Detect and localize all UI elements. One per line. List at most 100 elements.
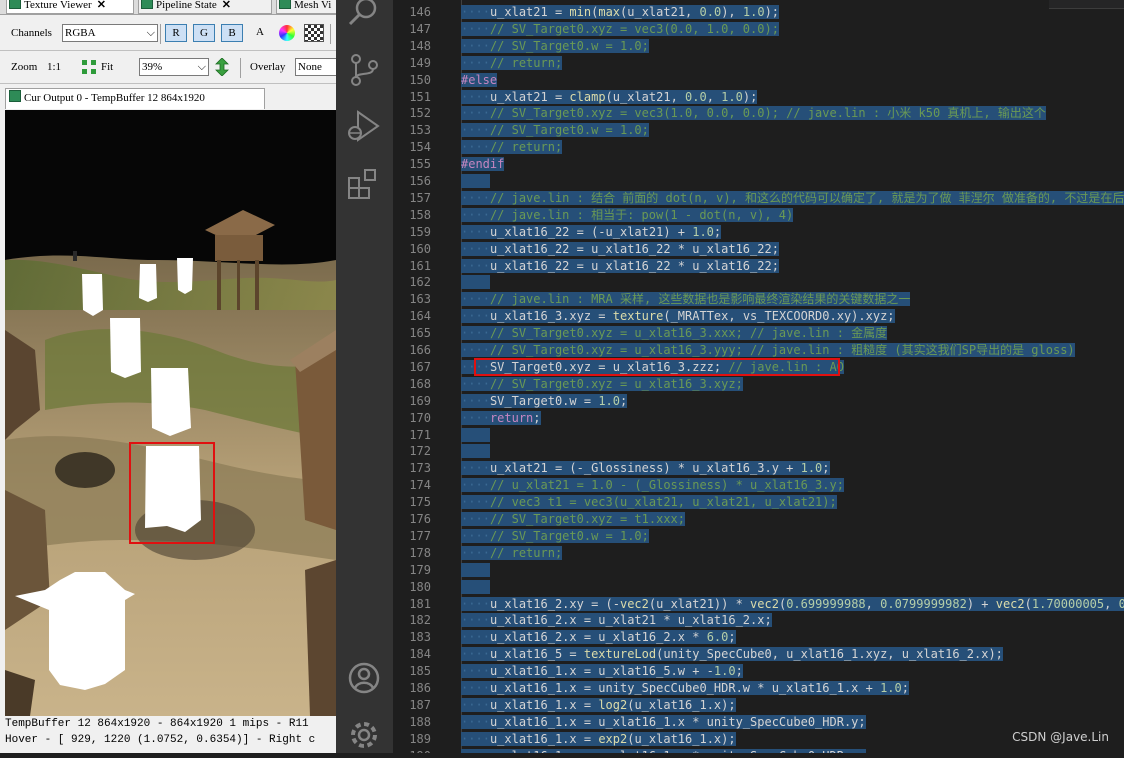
code-text [461,173,490,190]
code-line[interactable]: 165 ····// SV_Target0.xyz = u_xlat16_3.xx… [393,325,1124,342]
tab-cur-output[interactable]: Cur Output 0 - TempBuffer 12 864x1920 [5,88,265,109]
code-line[interactable]: 150 #else [393,72,1124,89]
fit-button[interactable]: Fit [101,61,113,73]
tab-mesh-viewer[interactable]: Mesh Vi [276,0,336,14]
run-debug-icon[interactable] [346,108,382,144]
code-line[interactable]: 174 ····// u_xlat21 = 1.0 - (_Glossiness)… [393,477,1124,494]
code-line[interactable]: 183 ····u_xlat16_2.x = u_xlat16_2.x * 6.0… [393,629,1124,646]
code-line[interactable]: 159 ····u_xlat16_22 = (-u_xlat21) + 1.0; [393,224,1124,241]
code-line[interactable]: 160 ····u_xlat16_22 = u_xlat16_22 * u_xla… [393,241,1124,258]
overlay-select[interactable]: None [295,58,336,76]
overlay-label: Overlay [250,61,286,73]
hover-info-status: Hover - [ 929, 1220 (1.0752, 0.6354)] - … [5,734,316,746]
code-text: ····return; [461,410,541,425]
code-text: ····u_xlat21 = clamp(u_xlat21, 0.0, 1.0)… [461,89,758,104]
code-line[interactable]: 180 [393,579,1124,596]
code-line[interactable]: 149 ····// return; [393,55,1124,72]
line-number: 174 [409,478,431,493]
code-line[interactable]: 154 ····// return; [393,139,1124,156]
line-number: 173 [409,461,431,476]
code-editor[interactable]: 146 ····u_xlat21 = min(max(u_xlat21, 0.0)… [393,0,1124,753]
chevron-down-icon: ⌵ [197,61,206,73]
code-line[interactable]: 175 ····// vec3 t1 = vec3(u_xlat21, u_xla… [393,494,1124,511]
line-number: 187 [409,697,431,712]
code-line[interactable]: 184 ····u_xlat16_5 = textureLod(unity_Spe… [393,646,1124,663]
zoom-select[interactable]: 39% ⌵ [139,58,209,76]
code-line[interactable]: 168 ····// SV_Target0.xyz = u_xlat16_3.xy… [393,376,1124,393]
code-line[interactable]: 152 ····// SV_Target0.xyz = vec3(1.0, 0.0… [393,105,1124,122]
code-text [461,274,490,291]
tab-texture-viewer[interactable]: Texture Viewer ✕ [6,0,134,14]
code-line[interactable]: 162 [393,274,1124,291]
watermark: CSDN @Jave.Lin [1012,730,1109,744]
line-number: 159 [409,224,431,239]
code-line[interactable]: 161 ····u_xlat16_22 = u_xlat16_22 * u_xla… [393,258,1124,275]
code-text: ····// SV_Target0.xyz = u_xlat16_3.yyy; … [461,343,1075,357]
code-text: ····u_xlat16_1.x = log2(u_xlat16_1.x); [461,697,736,712]
extensions-icon[interactable] [346,166,382,202]
code-line[interactable]: 148 ····// SV_Target0.w = 1.0; [393,38,1124,55]
code-text: ····// jave.lin : 结合 前面的 dot(n, v), 和这么的… [461,190,1124,207]
code-line[interactable]: 147 ····// SV_Target0.xyz = vec3(0.0, 1.0… [393,21,1124,38]
divider [240,58,241,78]
close-icon[interactable]: ✕ [222,0,231,11]
channel-g-toggle[interactable]: G [193,24,215,42]
code-line[interactable]: 155 #endif [393,156,1124,173]
code-line[interactable]: 188 ····u_xlat16_1.x = u_xlat16_1.x * uni… [393,714,1124,731]
channels-select[interactable]: RGBA ⌵ [62,24,158,42]
tab-pipeline-state[interactable]: Pipeline State ✕ [138,0,272,14]
code-text: ····// return; [461,545,563,560]
code-text: ····u_xlat21 = min(max(u_xlat21, 0.0), 1… [461,5,780,19]
source-control-icon[interactable] [346,52,382,88]
code-line[interactable]: 190 ····u_xlat16_1.x = u_xlat16_1.x * uni… [393,748,1124,753]
code-line[interactable]: 187 ····u_xlat16_1.x = log2(u_xlat16_1.x)… [393,697,1124,714]
code-text: ····u_xlat16_1.x = u_xlat16_1.x * unity_… [461,714,866,729]
line-number: 178 [409,545,431,560]
code-line[interactable]: 171 [393,427,1124,444]
code-line[interactable]: 163 ····// jave.lin : MRA 采样, 这些数据也是影响最终渲… [393,291,1124,308]
settings-icon[interactable] [346,717,382,753]
code-line[interactable]: 173 ····u_xlat21 = (-_Glossiness) * u_xla… [393,460,1124,477]
code-line[interactable]: 156 [393,173,1124,190]
code-line[interactable]: 176 ····// SV_Target0.xyz = t1.xxx; [393,511,1124,528]
code-line[interactable]: 179 [393,562,1124,579]
line-number: 156 [409,174,431,188]
texture-preview[interactable] [5,110,336,716]
code-line[interactable]: 185 ····u_xlat16_1.x = u_xlat16_5.w + -1.… [393,663,1124,680]
code-text: ····u_xlat16_1.x = unity_SpecCube0_HDR.w… [461,681,909,695]
line-number: 177 [409,528,431,543]
code-line[interactable]: 164 ····u_xlat16_3.xyz = texture(_MRATTex… [393,308,1124,325]
account-icon[interactable] [346,660,382,696]
fit-icon[interactable] [82,60,96,74]
line-number: 154 [409,140,431,155]
channel-a-toggle[interactable]: A [249,24,271,42]
code-line[interactable]: 181 ····u_xlat16_2.xy = (-vec2(u_xlat21))… [393,596,1124,613]
channel-r-toggle[interactable]: R [165,24,187,42]
texture-info-status: TempBuffer 12 864x1920 - 864x1920 1 mips… [5,718,309,730]
code-line[interactable]: 186 ····u_xlat16_1.x = unity_SpecCube0_HD… [393,680,1124,697]
code-line[interactable]: 178 ····// return; [393,545,1124,562]
code-text: ····u_xlat16_2.xy = (-vec2(u_xlat21)) * … [461,596,1124,613]
scene-render-image [5,110,336,716]
code-line[interactable]: 151 ····u_xlat21 = clamp(u_xlat21, 0.0, 1… [393,89,1124,106]
search-icon[interactable] [346,0,382,36]
code-line[interactable]: 153 ····// SV_Target0.w = 1.0; [393,122,1124,139]
code-line[interactable]: 172 [393,443,1124,460]
color-wheel-icon[interactable] [279,25,295,41]
texture-viewer-panel: Texture Viewer ✕ Pipeline State ✕ Mesh Vi … [0,0,336,753]
code-line[interactable]: 158 ····// jave.lin : 相当于: pow(1 - dot(n,… [393,207,1124,224]
channel-b-toggle[interactable]: B [221,24,243,42]
code-line[interactable]: 177 ····// SV_Target0.w = 1.0; [393,528,1124,545]
zoom-1to1-button[interactable]: 1:1 [47,61,61,73]
flip-arrows-icon[interactable] [215,57,229,77]
checkerboard-icon[interactable] [304,24,324,42]
code-text: ····// SV_Target0.w = 1.0; [461,38,649,53]
close-icon[interactable]: ✕ [97,0,106,11]
code-line[interactable]: 146 ····u_xlat21 = min(max(u_xlat21, 0.0)… [393,4,1124,21]
code-line[interactable]: 170 ····return; [393,410,1124,427]
code-line[interactable]: 157 ····// jave.lin : 结合 前面的 dot(n, v), 和… [393,190,1124,207]
code-text: ····u_xlat21 = (-_Glossiness) * u_xlat16… [461,461,830,476]
code-line[interactable]: 166 ····// SV_Target0.xyz = u_xlat16_3.yy… [393,342,1124,359]
code-line[interactable]: 169 ····SV_Target0.w = 1.0; [393,393,1124,410]
code-line[interactable]: 182 ····u_xlat16_2.x = u_xlat21 * u_xlat1… [393,612,1124,629]
